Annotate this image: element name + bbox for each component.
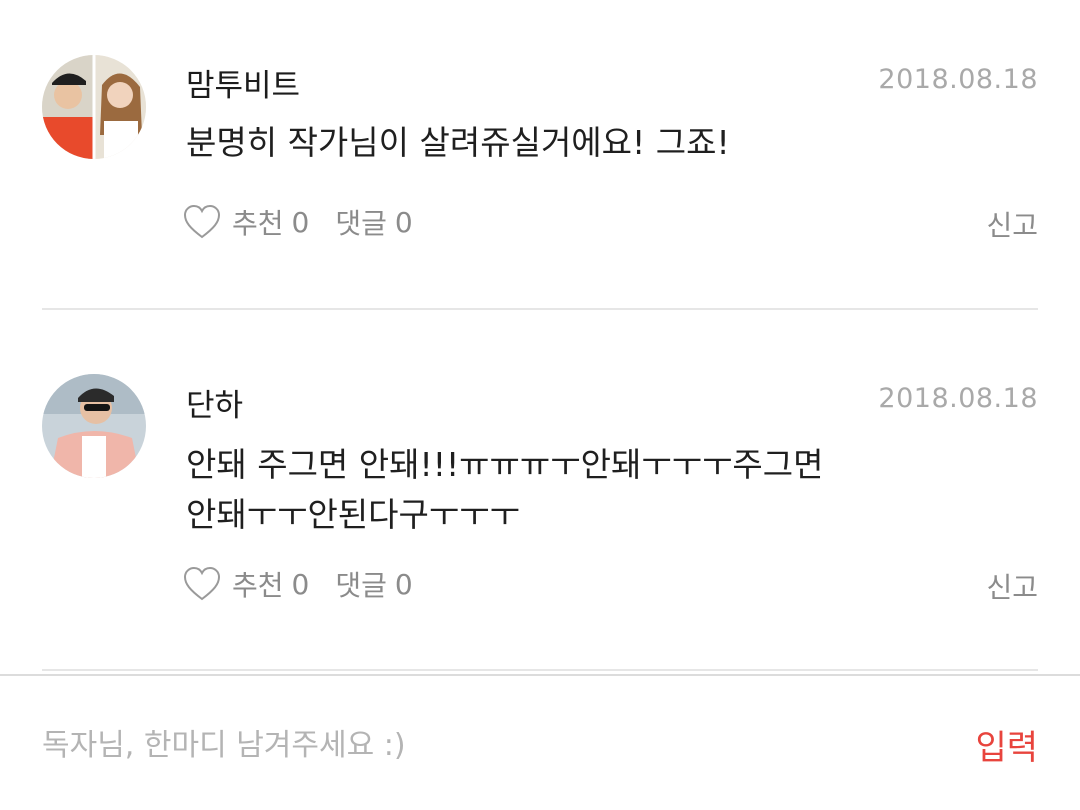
avatar[interactable] bbox=[42, 55, 146, 159]
comment-actions: 추천 0 댓글 0 bbox=[182, 202, 413, 242]
report-button[interactable]: 신고 bbox=[986, 204, 1038, 244]
comment-text: 분명히 작가님이 살려쥬실거에요! 그죠! bbox=[186, 123, 730, 162]
avatar-image bbox=[42, 55, 146, 159]
like-label: 추천 bbox=[232, 569, 284, 602]
reply-count: 0 bbox=[394, 205, 413, 239]
reply-button[interactable]: 댓글 0 bbox=[335, 564, 412, 604]
avatar[interactable] bbox=[42, 374, 146, 478]
comment-text-line: 안돼 주그면 안돼!!!ㅠㅠㅠㅜ안돼ㅜㅜㅜ주그면 bbox=[186, 445, 824, 484]
comment-date: 2018.08.18 bbox=[878, 64, 1038, 95]
comment-author: 단하 bbox=[186, 388, 244, 424]
comment-text: 안돼 주그면 안돼!!!ㅠㅠㅠㅜ안돼ㅜㅜㅜ주그면 안돼ㅜㅜ안된다구ㅜㅜㅜ bbox=[186, 440, 946, 540]
divider bbox=[42, 669, 1038, 671]
like-count: 0 bbox=[291, 567, 310, 601]
comment-input[interactable] bbox=[42, 720, 902, 770]
comment-date: 2018.08.18 bbox=[878, 383, 1038, 414]
submit-button[interactable]: 입력 bbox=[975, 720, 1038, 769]
comment-page: 맘투비트 2018.08.18 분명히 작가님이 살려쥬실거에요! 그죠! 추천… bbox=[0, 0, 1080, 810]
divider bbox=[42, 308, 1038, 310]
like-count: 0 bbox=[291, 205, 310, 239]
comment-author: 맘투비트 bbox=[186, 68, 301, 104]
reply-label: 댓글 bbox=[335, 569, 387, 602]
heart-outline-icon bbox=[183, 204, 221, 239]
comment-text-line: 안돼ㅜㅜ안된다구ㅜㅜㅜ bbox=[186, 495, 520, 534]
like-label: 추천 bbox=[232, 207, 284, 240]
comment-actions: 추천 0 댓글 0 bbox=[182, 564, 413, 604]
comment-input-bar: 입력 bbox=[0, 674, 1080, 810]
like-button[interactable]: 추천 0 bbox=[182, 564, 309, 604]
like-button[interactable]: 추천 0 bbox=[182, 202, 309, 242]
heart-outline-icon bbox=[183, 566, 221, 601]
reply-label: 댓글 bbox=[335, 207, 387, 240]
reply-count: 0 bbox=[394, 567, 413, 601]
report-button[interactable]: 신고 bbox=[986, 566, 1038, 606]
reply-button[interactable]: 댓글 0 bbox=[335, 202, 412, 242]
avatar-image bbox=[42, 374, 146, 478]
